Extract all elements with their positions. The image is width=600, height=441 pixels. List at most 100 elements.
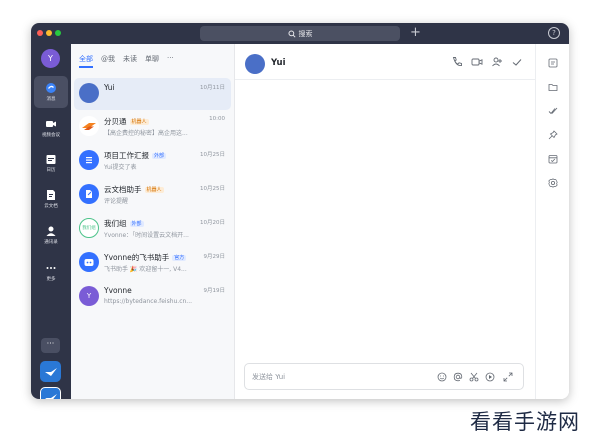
close-window-button[interactable] [37, 30, 43, 36]
rail-overflow-button[interactable]: ··· [41, 338, 60, 353]
rail-label-docs: 云文档 [44, 204, 58, 209]
chat-name: 云文档助手 机器人 [104, 185, 164, 194]
chat-time: 10月25日 [200, 152, 225, 158]
scissors-icon[interactable] [469, 372, 479, 382]
external-badge: 外部 [152, 153, 167, 159]
chat-name: Yui [104, 83, 115, 92]
chat-name: 分贝通 机器人 [104, 117, 149, 126]
chat-time: 10月25日 [200, 186, 225, 192]
document-icon [47, 190, 55, 200]
chat-avatar [79, 116, 99, 136]
video-call-icon[interactable] [471, 56, 483, 68]
calendar-check-icon[interactable] [548, 154, 558, 164]
chat-list-item[interactable]: 分贝通 机器人 【高企费控的秘密】高企用这... 10:00 [74, 111, 231, 143]
pin-icon[interactable] [548, 130, 558, 140]
watermark-text: 看看手游网 [470, 410, 580, 434]
rail-item-contacts[interactable]: 通讯录 [34, 219, 68, 251]
chat-time: 9月19日 [203, 288, 226, 294]
more-circle-icon[interactable] [485, 372, 495, 382]
chat-list-item[interactable]: Yui 10月11日 [74, 78, 231, 110]
user-avatar[interactable]: Y [41, 49, 60, 68]
tab-mentions[interactable]: @我 [101, 54, 115, 64]
title-bar: 搜索 + ? [31, 23, 569, 44]
calendar-icon [46, 155, 56, 164]
chat-list-item[interactable]: 云文档助手 机器人 评论提醒 10月25日 [74, 179, 231, 211]
contacts-icon [46, 226, 56, 236]
rail-item-calendar[interactable]: 日历 [34, 147, 68, 179]
bot-badge: 机器人 [129, 119, 149, 125]
robot-assistant-icon [84, 259, 94, 266]
folder-icon[interactable] [548, 82, 558, 92]
search-label: 搜索 [298, 29, 313, 38]
message-input-box[interactable]: 发送给 Yui [244, 363, 524, 390]
conversation-pane: Yui 发送给 Yui [235, 44, 535, 399]
rail-label-more: 更多 [46, 277, 56, 282]
maximize-window-button[interactable] [55, 30, 61, 36]
tab-direct[interactable]: 单聊 [145, 54, 159, 64]
chat-list-item[interactable]: 我们组 我们组 外部 Yvonne：「时间设置云文档开... 10月20日 [74, 213, 231, 245]
chat-preview: https://bytedance.feishu.cn... [104, 298, 193, 305]
conversation-avatar[interactable] [245, 54, 265, 74]
official-badge: 官方 [172, 255, 187, 261]
rail-item-docs[interactable]: 云文档 [34, 183, 68, 215]
messages-icon [46, 83, 56, 93]
chat-time: 10:00 [209, 116, 225, 122]
active-tab-indicator [79, 66, 93, 68]
conversation-header: Yui [235, 44, 535, 80]
tab-more[interactable]: ··· [167, 54, 174, 64]
chat-name: 项目工作汇报 外部 [104, 151, 167, 160]
emoji-icon[interactable] [437, 372, 447, 382]
bot-badge: 机器人 [144, 187, 164, 193]
chat-avatar: Y [79, 286, 99, 306]
expand-icon[interactable] [503, 372, 513, 382]
rail-app-shortcut[interactable] [40, 361, 61, 382]
chat-time: 10月11日 [200, 85, 225, 91]
conversation-title: Yui [271, 58, 286, 68]
pin-board-icon[interactable] [548, 58, 558, 68]
rail-item-messages[interactable]: 消息 [34, 76, 68, 108]
left-nav-rail: Y 消息 视频会议 日历 云文档 通讯录 更多 ··· [31, 44, 71, 399]
chat-preview: 评论提醒 [104, 198, 129, 205]
mention-at-icon[interactable] [453, 372, 463, 382]
settings-gear-icon[interactable] [548, 178, 558, 188]
rail-label-video-meeting: 视频会议 [42, 133, 60, 138]
help-icon[interactable]: ? [548, 27, 560, 39]
double-check-icon[interactable] [548, 106, 558, 116]
chat-preview: 【高企费控的秘密】高企用这... [104, 130, 188, 137]
chat-avatar [79, 83, 99, 103]
chat-name: 我们组 外部 [104, 219, 144, 228]
list-icon [86, 157, 92, 164]
chat-avatar: 我们组 [79, 218, 99, 238]
rail-app-shortcut-active[interactable] [40, 387, 61, 399]
search-icon [287, 29, 296, 38]
rail-item-video-meeting[interactable]: 视频会议 [34, 112, 68, 144]
rail-label-messages: 消息 [46, 97, 56, 102]
chat-list-item[interactable]: 项目工作汇报 外部 Yui提交了表 10月25日 [74, 145, 231, 177]
app-window: 搜索 + ? Y 消息 视频会议 日历 云文档 通讯录 更多 ··· 全部 @我… [31, 23, 569, 399]
add-member-icon[interactable] [491, 56, 503, 68]
minimize-window-button[interactable] [46, 30, 52, 36]
chat-time: 9月29日 [203, 254, 226, 260]
chat-avatar [79, 252, 99, 272]
chat-avatar [79, 150, 99, 170]
rail-item-more[interactable]: 更多 [34, 256, 68, 288]
chat-preview: Yui提交了表 [104, 164, 137, 171]
done-check-icon[interactable] [511, 56, 523, 68]
message-input-placeholder: 发送给 Yui [252, 373, 286, 381]
tab-all[interactable]: 全部 [79, 54, 93, 64]
chat-list-item[interactable]: Y Yvonne https://bytedance.feishu.cn... … [74, 281, 231, 313]
new-tab-plus-icon[interactable]: + [410, 24, 421, 42]
external-badge: 外部 [129, 221, 144, 227]
global-search-box[interactable]: 搜索 [200, 26, 400, 41]
phone-icon[interactable] [451, 56, 463, 68]
tab-unread[interactable]: 未读 [123, 54, 137, 64]
app-bird-icon [44, 367, 57, 376]
chat-avatar [79, 184, 99, 204]
right-toolbar [535, 44, 569, 399]
chat-preview: 飞书助手 🎉 欢迎留十一, V4... [104, 266, 187, 273]
chat-list-item[interactable]: Yvonne的飞书助手 官方 飞书助手 🎉 欢迎留十一, V4... 9月29日 [74, 247, 231, 279]
chat-preview: Yvonne：「时间设置云文档开... [104, 232, 189, 239]
chat-name: Yvonne [104, 286, 132, 295]
more-dots-icon [46, 267, 56, 269]
rail-label-contacts: 通讯录 [44, 240, 58, 245]
